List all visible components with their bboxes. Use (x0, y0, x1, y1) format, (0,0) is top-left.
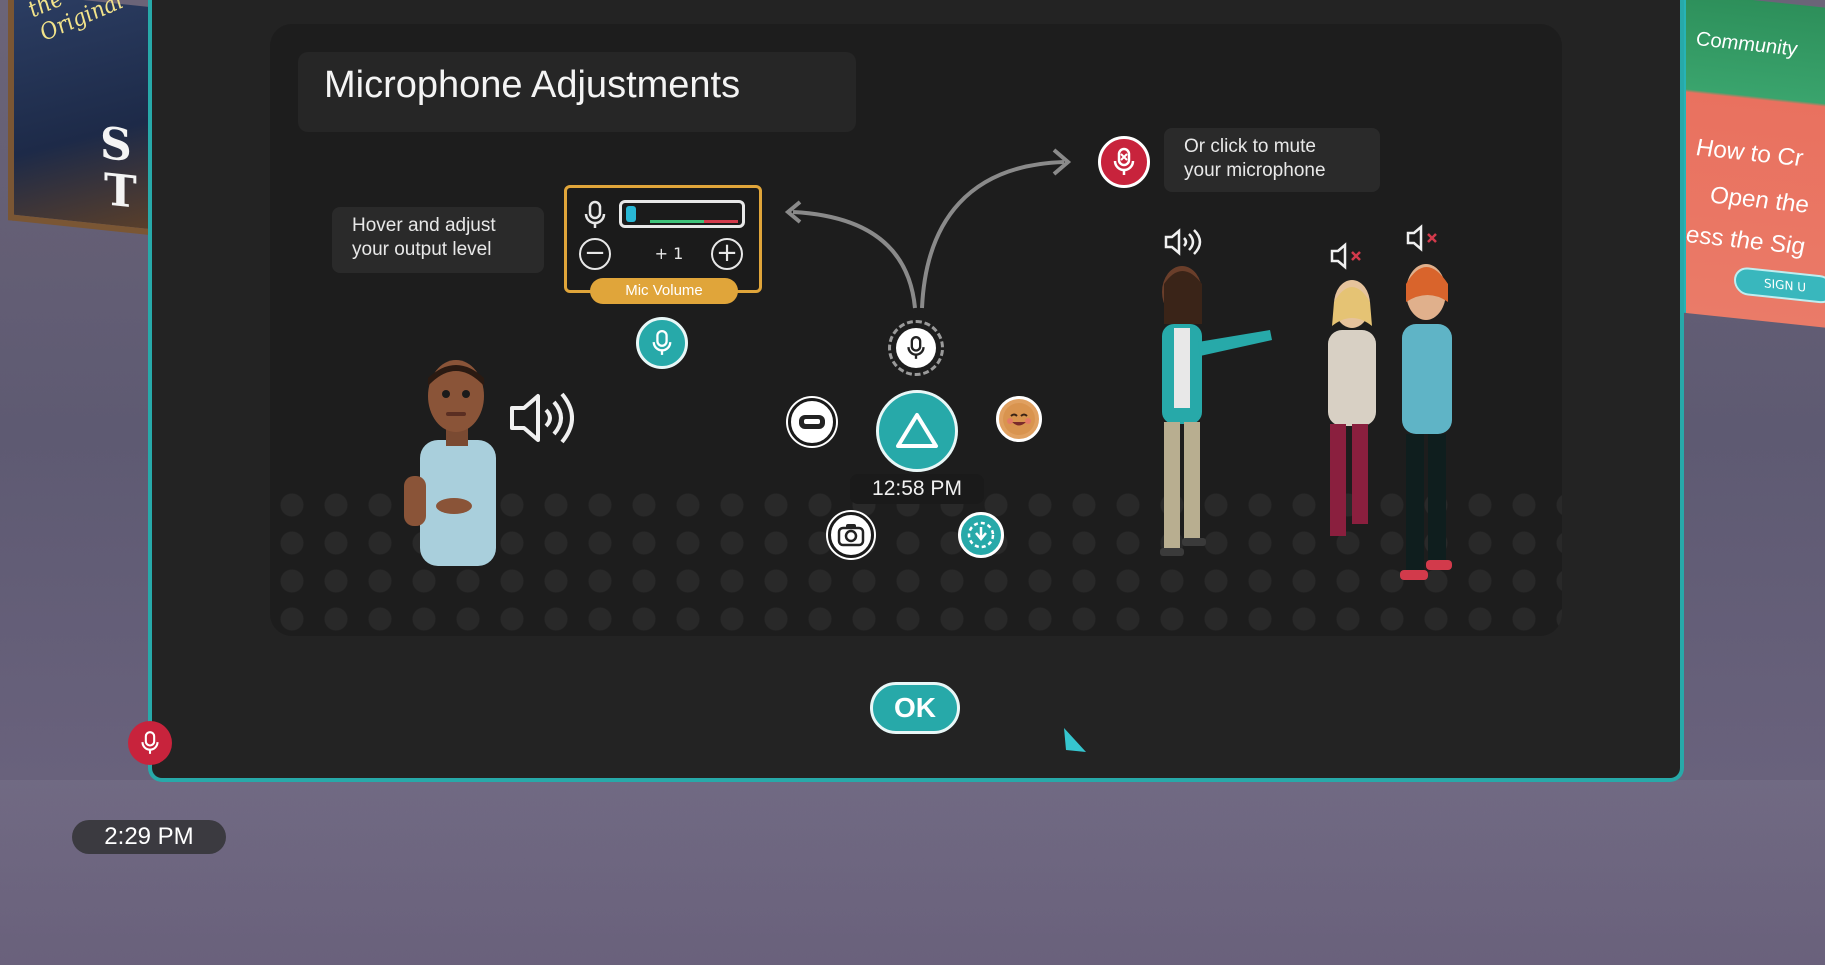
volume-level-value: + 1 (654, 244, 684, 263)
panel-header-text: Community (1696, 28, 1798, 61)
meter-green-zone (650, 220, 704, 223)
camera-icon (837, 524, 865, 547)
mute-mic-button[interactable] (1098, 136, 1150, 188)
mic-level-meter (619, 200, 745, 228)
background-panel-right: Community How to Cr Open the ess the Sig… (1680, 0, 1825, 328)
signup-button[interactable]: SIGN U (1734, 266, 1825, 305)
emoji-face-icon (1003, 403, 1035, 435)
mic-toggle-button[interactable] (636, 317, 688, 369)
hover-callout: Hover and adjust your output level (332, 207, 544, 273)
muted-avatar-redhead (1400, 264, 1452, 580)
mic-icon (652, 329, 672, 355)
mic-volume-label: Mic Volume (590, 278, 738, 304)
panel-line: How to Cr (1696, 134, 1803, 173)
panel-line: ess the Sig (1686, 221, 1805, 261)
mic-status-button[interactable] (128, 721, 172, 765)
ok-button[interactable]: OK (870, 682, 960, 734)
camera-button[interactable] (828, 512, 874, 558)
pointing-avatar (1160, 266, 1272, 556)
home-menu-button[interactable] (876, 390, 958, 472)
sign-letter: T (104, 164, 137, 219)
speaking-avatar (404, 360, 496, 566)
mic-icon (141, 731, 159, 754)
mic-icon (584, 200, 606, 228)
background-sign-left: the Original S T (8, 0, 158, 236)
meter-red-zone (704, 220, 738, 223)
vr-headset-button[interactable] (788, 398, 836, 446)
sign-script-text: the Original (24, 0, 128, 47)
headset-icon (799, 415, 825, 429)
panel-line: Open the (1710, 181, 1809, 219)
pointer-cursor-icon (1064, 728, 1086, 752)
triangle-icon (896, 413, 938, 448)
volume-down-button[interactable]: − (579, 238, 611, 270)
safety-shield-icon (967, 521, 995, 549)
volume-up-button[interactable]: + (711, 238, 743, 270)
menu-clock: 12:58 PM (850, 474, 984, 504)
dialog-title: Microphone Adjustments (324, 64, 741, 106)
floor-area (0, 780, 1825, 965)
safety-button[interactable] (958, 512, 1004, 558)
mute-callout-line: Or click to mute (1184, 136, 1316, 157)
hover-callout-line: your output level (352, 239, 492, 260)
speaker-muted-icon (1406, 224, 1437, 252)
mic-icon (907, 336, 925, 359)
mic-volume-widget: − + 1 + (564, 185, 762, 293)
hud-clock: 2:29 PM (72, 820, 226, 854)
mic-level-fill (626, 206, 636, 222)
emoji-button[interactable] (996, 396, 1042, 442)
muted-avatar-blonde (1328, 280, 1376, 536)
mute-callout: Or click to mute your microphone (1164, 128, 1380, 192)
hover-callout-line: Hover and adjust (352, 215, 496, 236)
speaker-muted-icon (1330, 242, 1361, 270)
speaker-loud-icon (510, 392, 574, 444)
mute-callout-line: your microphone (1184, 160, 1326, 181)
muted-mic-icon (1113, 147, 1135, 175)
speaker-on-icon (1164, 228, 1202, 256)
guide-arrows (784, 148, 1072, 309)
mic-menu-button[interactable] (888, 320, 944, 376)
